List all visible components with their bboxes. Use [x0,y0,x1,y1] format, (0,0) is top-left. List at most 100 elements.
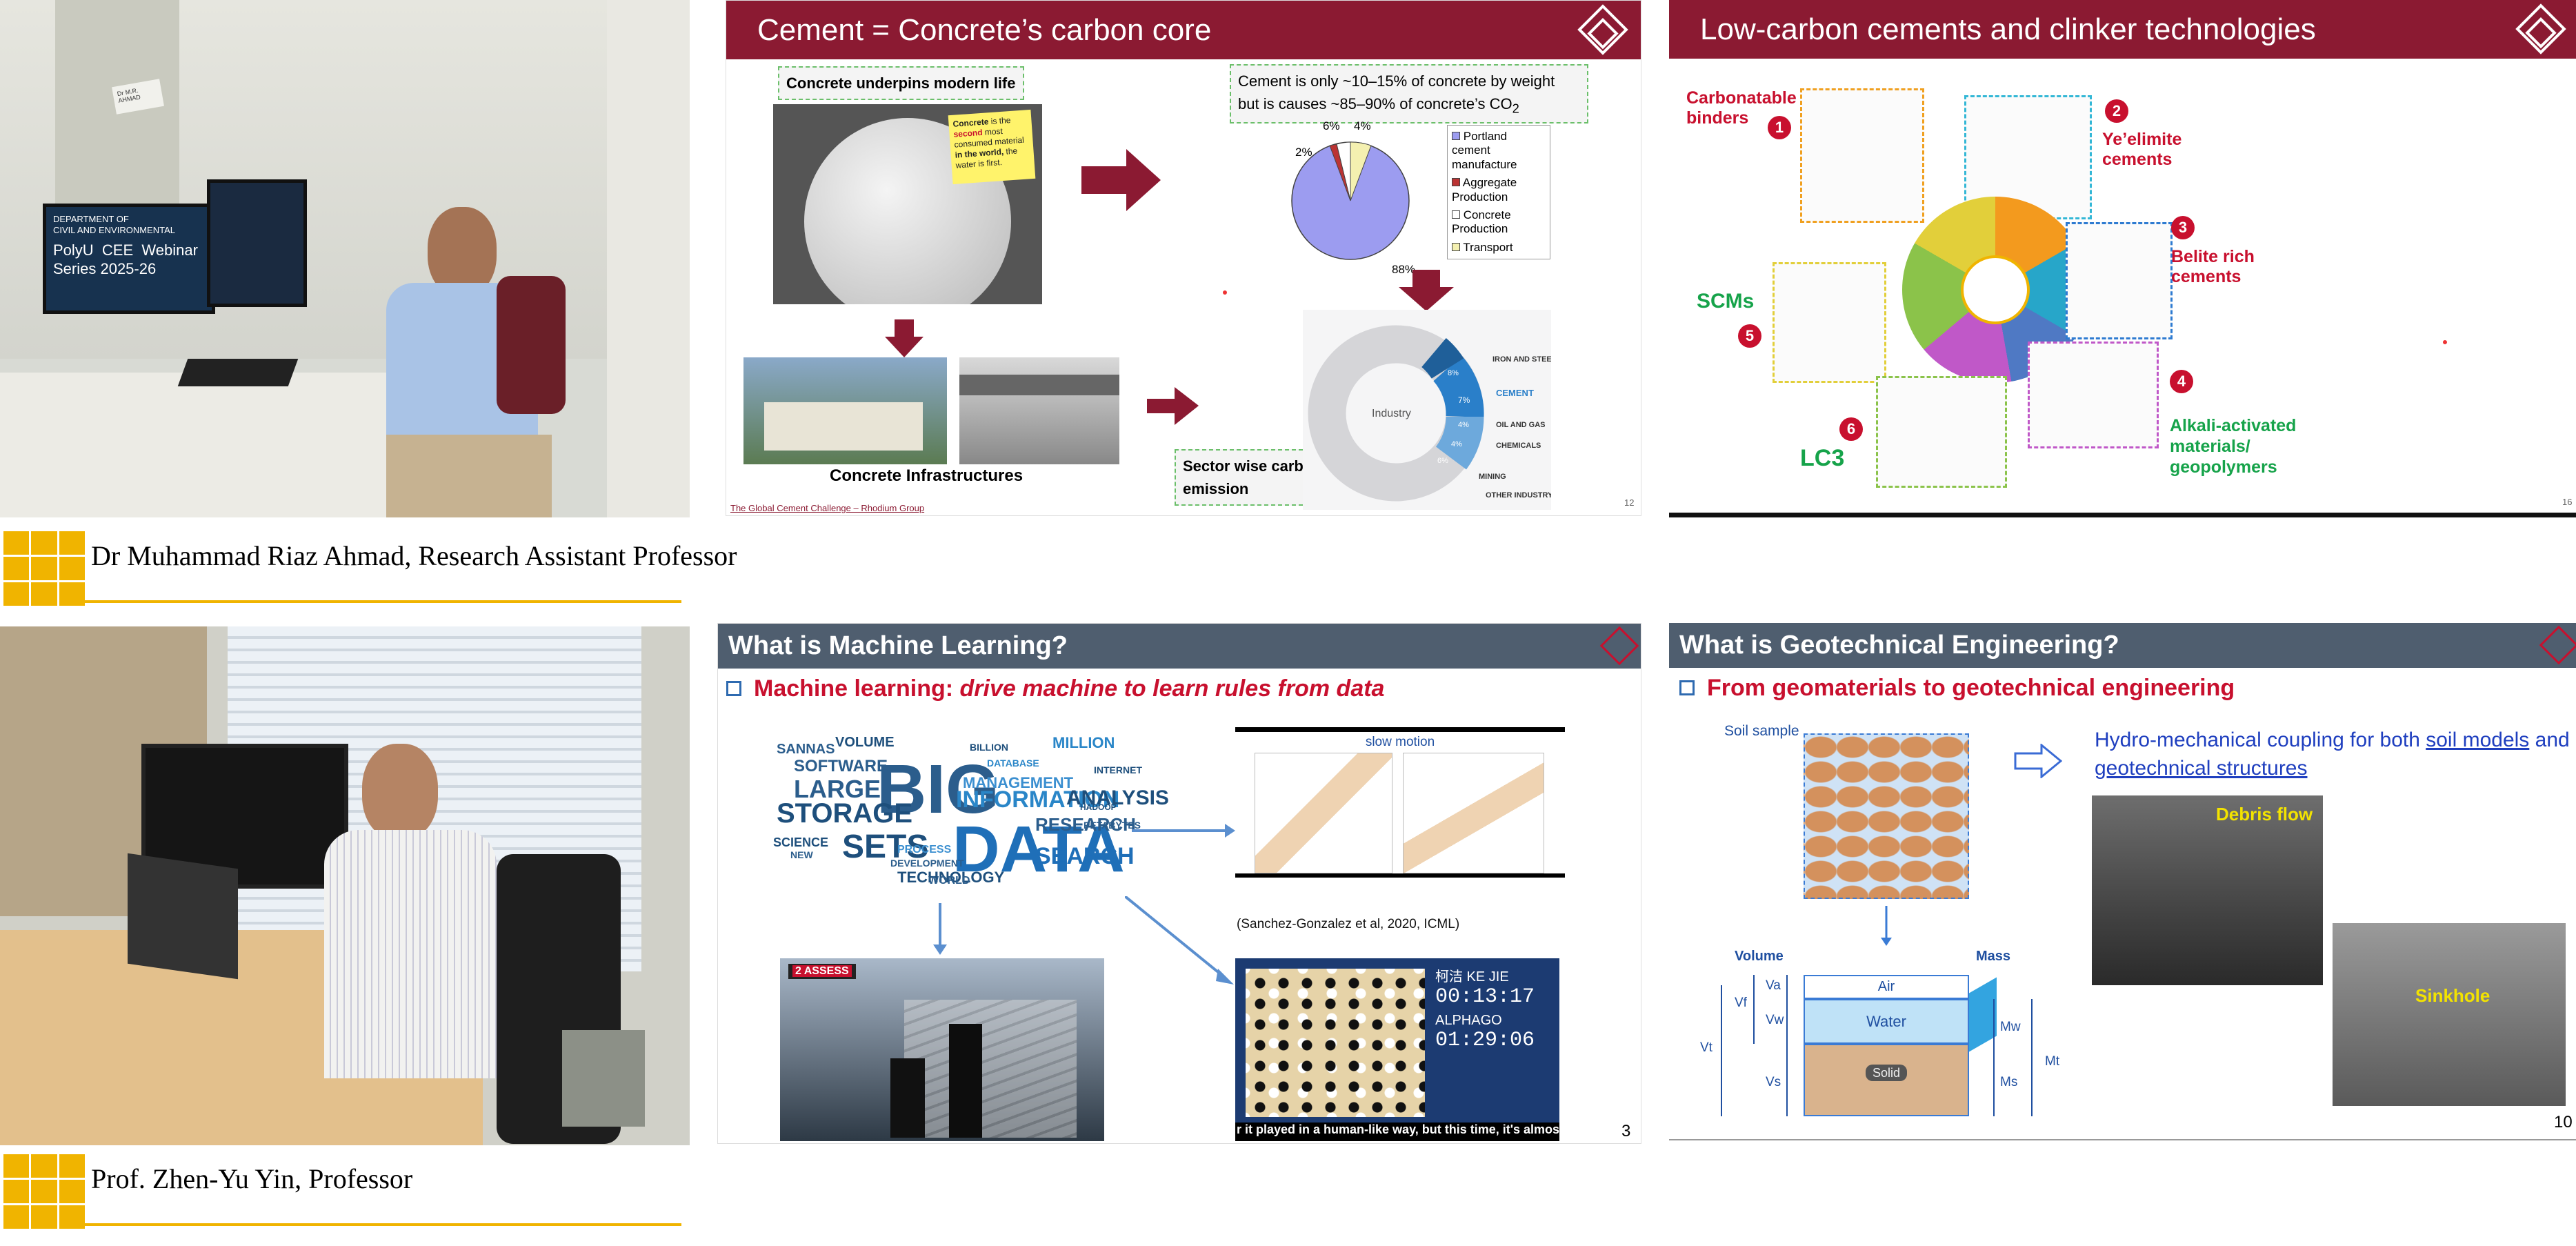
wordcloud-word: DEVELOPMENT [890,858,964,869]
slide-bottom-border [1669,513,2576,517]
arrow-down-icon [885,319,923,357]
pie-legend: Portland cement manufacture Aggregate Pr… [1447,125,1550,260]
donut-sector-label: OTHER INDUSTRY [1486,491,1551,500]
wordcloud-word: LARGE [794,775,881,803]
player-info-ke-jie: 柯洁 KE JIE 00:13:17 ALPHAGO 01:29:06 [1435,969,1535,1052]
simulation-frame [1255,753,1392,873]
number-badge: 5 [1738,324,1761,348]
panel-carbonatable [1800,88,1924,223]
wordcloud-word: SEARCH [1035,843,1135,869]
soil-models-link[interactable]: soil models [2426,729,2529,751]
wordcloud-word: SOFTWARE [794,757,888,775]
donut-value-label: 8% [1448,369,1459,377]
cement-share-label: Cement is only ~10–15% of concrete by we… [1230,64,1588,123]
wordcloud-word: MILLION [1052,734,1115,751]
wordcloud-word: DATABASE [987,758,1039,769]
debris-flow-label: Debris flow [2216,804,2313,824]
pie-label: 4% [1354,121,1371,132]
phase-vf: Vf [1735,996,1747,1010]
arrow-right-icon [1132,824,1235,838]
sticky-note: Concrete is the second most consumed mat… [948,109,1036,185]
wordcloud-word: MANAGEMENT [963,774,1074,791]
namebar-underline [85,600,681,603]
infrastructure-photo-overpass [959,357,1119,464]
dimension-line [1993,999,1995,1116]
citation: (Sanchez-Gonzalez et al, 2020, ICML) [1237,917,1460,931]
wordcloud-word: INTERNET [1094,764,1142,775]
bullet-icon [726,681,741,696]
label-yeelimite-cements: Ye’elimite cements [2102,130,2182,169]
arrow-down-icon [933,903,947,955]
assess-badge: 2 ASSESS [788,964,856,979]
speaker-namebar-ahmad: Dr Muhammad Riaz Ahmad, Research Assista… [0,524,737,607]
simulation-frame [1403,753,1544,873]
donut-value-label: 7% [1458,395,1470,405]
wordcloud-word: NEW [790,849,813,860]
panel-alkali [2028,342,2159,448]
phase-va: Va [1766,978,1781,993]
person-assessment-video: 2 ASSESS [780,958,1104,1141]
arrow-right-icon [1081,149,1161,211]
phase-air: Air [1804,975,1969,999]
slide-title: Low-carbon cements and clinker technolog… [1669,0,2576,59]
slide-page-number: 3 [1621,1122,1631,1140]
geotechnical-structures-link[interactable]: geotechnical structures [2095,757,2308,780]
wordcloud-word: WORLD [928,875,970,887]
phase-volume-label: Volume [1735,949,1784,964]
monitor-left: DEPARTMENT OF CIVIL AND ENVIRONMENTAL Pol… [43,204,215,314]
panel-lc3 [1876,376,2007,488]
dimension-line [2031,999,2033,1116]
sector-donut-chart: Industry IRON AND STEEL CEMENT OIL AND G… [1303,310,1551,510]
polyu-logo-icon [3,531,85,606]
debris-flow-photo: Debris flow [2092,795,2323,985]
dimension-line [1721,985,1722,1116]
slide-subtitle: From geomaterials to geotechnical engine… [1679,675,2235,702]
phase-mass-label: Mass [1976,949,2011,964]
slide-geotechnical-engineering: What is Geotechnical Engineering? From g… [1669,623,2576,1144]
arrow-diagonal-icon [1125,896,1234,985]
slide-title: What is Machine Learning? [718,624,1641,669]
hydro-mechanical-text: Hydro-mechanical coupling for both soil … [2095,729,2570,780]
label-alkali-activated: Alkali-activated materials/ geopolymers [2170,416,2297,477]
keyboard [177,359,299,386]
number-badge: 1 [1768,116,1791,139]
slow-motion-label: slow motion [1365,735,1435,749]
slide-page-number: 12 [1624,497,1635,508]
slide-page-number: 10 [2554,1113,2573,1131]
dimension-line [1753,975,1755,1044]
speaker-photo-ahmad: Dr M.R. AHMAD DEPARTMENT OF CIVIL AND ENV… [0,0,690,517]
donut-sector-label: OIL AND GAS [1496,421,1546,429]
concrete-label: Concrete underpins modern life [778,66,1024,100]
phase-ms: Ms [2000,1075,2018,1089]
soil-sample-cube [1804,733,1969,899]
arrow-down-icon [1881,906,1892,946]
sinkhole-photo: Sinkhole [2333,923,2566,1106]
number-badge: 3 [2171,216,2195,239]
slide-page-number: 16 [2562,497,2573,507]
video-caption: r it played in a human-like way, but thi… [1235,1123,1559,1141]
slow-motion-panel: slow motion [1235,727,1565,878]
slide-title: Cement = Concrete’s carbon core [726,1,1641,59]
outline-arrow-right-icon [2014,744,2062,778]
speaker-namebar-yin: Prof. Zhen-Yu Yin, Professor [0,1147,690,1230]
phase-vs: Vs [1766,1075,1781,1089]
laser-pointer [2443,340,2447,344]
phase-water: Water [1804,999,1969,1044]
donut-sector-label: CEMENT [1496,388,1534,398]
panel-belite [2066,222,2173,339]
wordcloud-word: VOLUME [835,735,895,750]
legend-item: Portland cement manufacture [1452,130,1517,171]
phase-vt: Vt [1700,1040,1713,1055]
slide-title: What is Geotechnical Engineering? [1669,623,2576,668]
phase-vw: Vw [1766,1013,1784,1027]
donut-value-label: 4% [1451,440,1462,448]
arrow-down-icon [1399,270,1454,311]
wordcloud-word: HADOOP [1080,802,1117,812]
label-lc3: LC3 [1800,445,1845,471]
slide-footer-source[interactable]: The Global Cement Challenge – Rhodium Gr… [730,503,924,513]
slide-subtitle: Machine learning: drive machine to learn… [726,675,1384,702]
speaker-name: Dr Muhammad Riaz Ahmad, Research Assista… [91,540,737,571]
bullet-icon [1679,680,1695,695]
number-badge: 6 [1839,417,1863,441]
label-belite-rich-cements: Belite rich cements [2171,247,2255,286]
